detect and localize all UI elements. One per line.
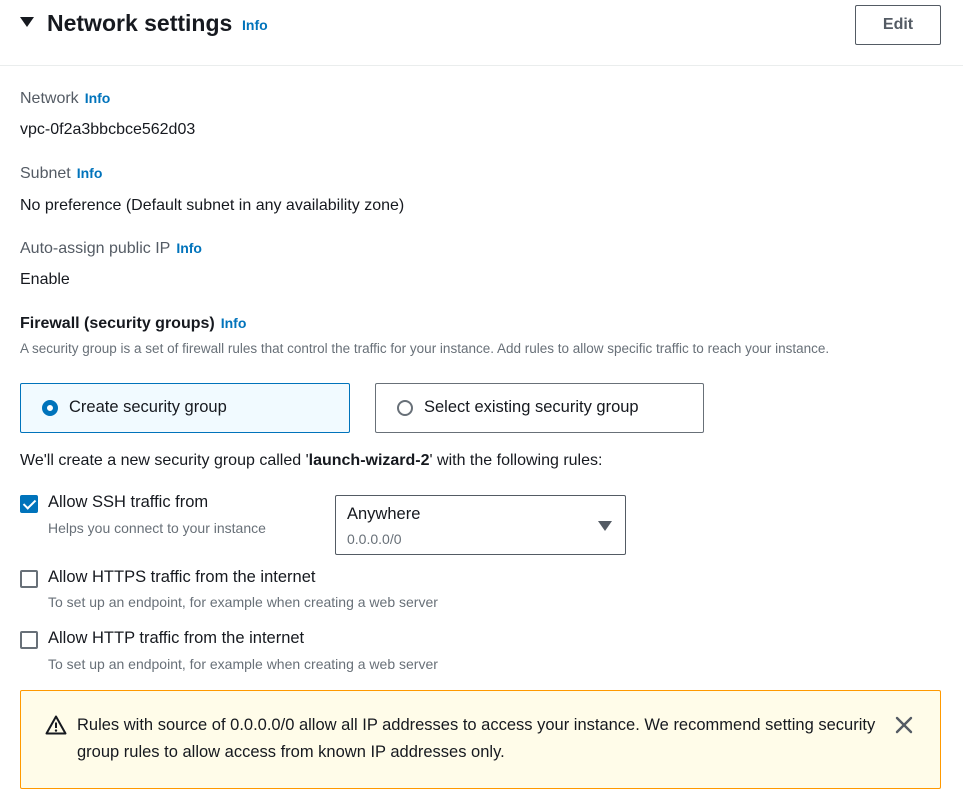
create-security-group-radio[interactable] xyxy=(42,400,58,416)
allow-http-description: To set up an endpoint, for example when … xyxy=(48,656,438,672)
public-ip-info-link[interactable]: Info xyxy=(176,240,202,256)
ssh-source-cidr: 0.0.0.0/0 xyxy=(347,531,402,547)
close-icon[interactable] xyxy=(892,713,916,737)
ssh-source-select[interactable]: Anywhere 0.0.0.0/0 xyxy=(335,495,626,555)
public-ip-label-row: Auto-assign public IP Info xyxy=(20,240,202,258)
network-label: Network xyxy=(20,90,79,107)
caret-down-icon xyxy=(598,521,612,531)
allow-ssh-description: Helps you connect to your instance xyxy=(48,520,266,536)
edit-button[interactable]: Edit xyxy=(855,5,941,45)
caret-down-icon[interactable] xyxy=(20,17,34,27)
allow-ssh-checkbox[interactable] xyxy=(20,495,38,513)
allow-ssh-label: Allow SSH traffic from xyxy=(48,493,209,511)
security-group-name: launch-wizard-2 xyxy=(308,452,430,469)
create-msg-suffix: ' with the following rules: xyxy=(429,452,603,469)
firewall-description: A security group is a set of firewall ru… xyxy=(20,341,830,356)
firewall-info-link[interactable]: Info xyxy=(221,315,247,331)
create-group-message: We'll create a new security group called… xyxy=(20,452,602,470)
allow-https-checkbox[interactable] xyxy=(20,570,38,588)
section-header: Network settings Info Edit xyxy=(0,0,963,66)
warning-text: Rules with source of 0.0.0.0/0 allow all… xyxy=(77,716,876,761)
allow-https-label: Allow HTTPS traffic from the internet xyxy=(48,568,316,586)
subnet-label: Subnet xyxy=(20,165,71,182)
network-info-link[interactable]: Info xyxy=(85,90,111,106)
subnet-info-link[interactable]: Info xyxy=(77,165,103,181)
create-msg-prefix: We'll create a new security group called… xyxy=(20,452,309,469)
public-ip-value: Enable xyxy=(20,271,70,288)
warning-icon xyxy=(45,715,67,735)
section-info-link[interactable]: Info xyxy=(242,17,268,33)
select-existing-security-group-label: Select existing security group xyxy=(424,398,639,416)
firewall-title: Firewall (security groups) xyxy=(20,315,215,332)
public-ip-label: Auto-assign public IP xyxy=(20,240,171,257)
network-label-row: Network Info xyxy=(20,90,110,108)
network-value: vpc-0f2a3bbcbce562d03 xyxy=(20,121,196,138)
subnet-label-row: Subnet Info xyxy=(20,165,102,183)
subnet-value: No preference (Default subnet in any ava… xyxy=(20,197,405,214)
firewall-title-row: Firewall (security groups) Info xyxy=(20,315,246,333)
allow-http-checkbox[interactable] xyxy=(20,631,38,649)
create-security-group-tile[interactable]: Create security group xyxy=(20,383,350,433)
open-access-warning: Rules with source of 0.0.0.0/0 allow all… xyxy=(20,690,941,789)
select-existing-security-group-radio[interactable] xyxy=(397,400,413,416)
allow-http-label: Allow HTTP traffic from the internet xyxy=(48,629,305,647)
select-existing-security-group-tile[interactable]: Select existing security group xyxy=(375,383,704,433)
section-title: Network settings xyxy=(47,10,233,36)
create-security-group-label: Create security group xyxy=(69,398,227,416)
ssh-source-value: Anywhere xyxy=(347,505,421,523)
allow-https-description: To set up an endpoint, for example when … xyxy=(48,594,438,610)
